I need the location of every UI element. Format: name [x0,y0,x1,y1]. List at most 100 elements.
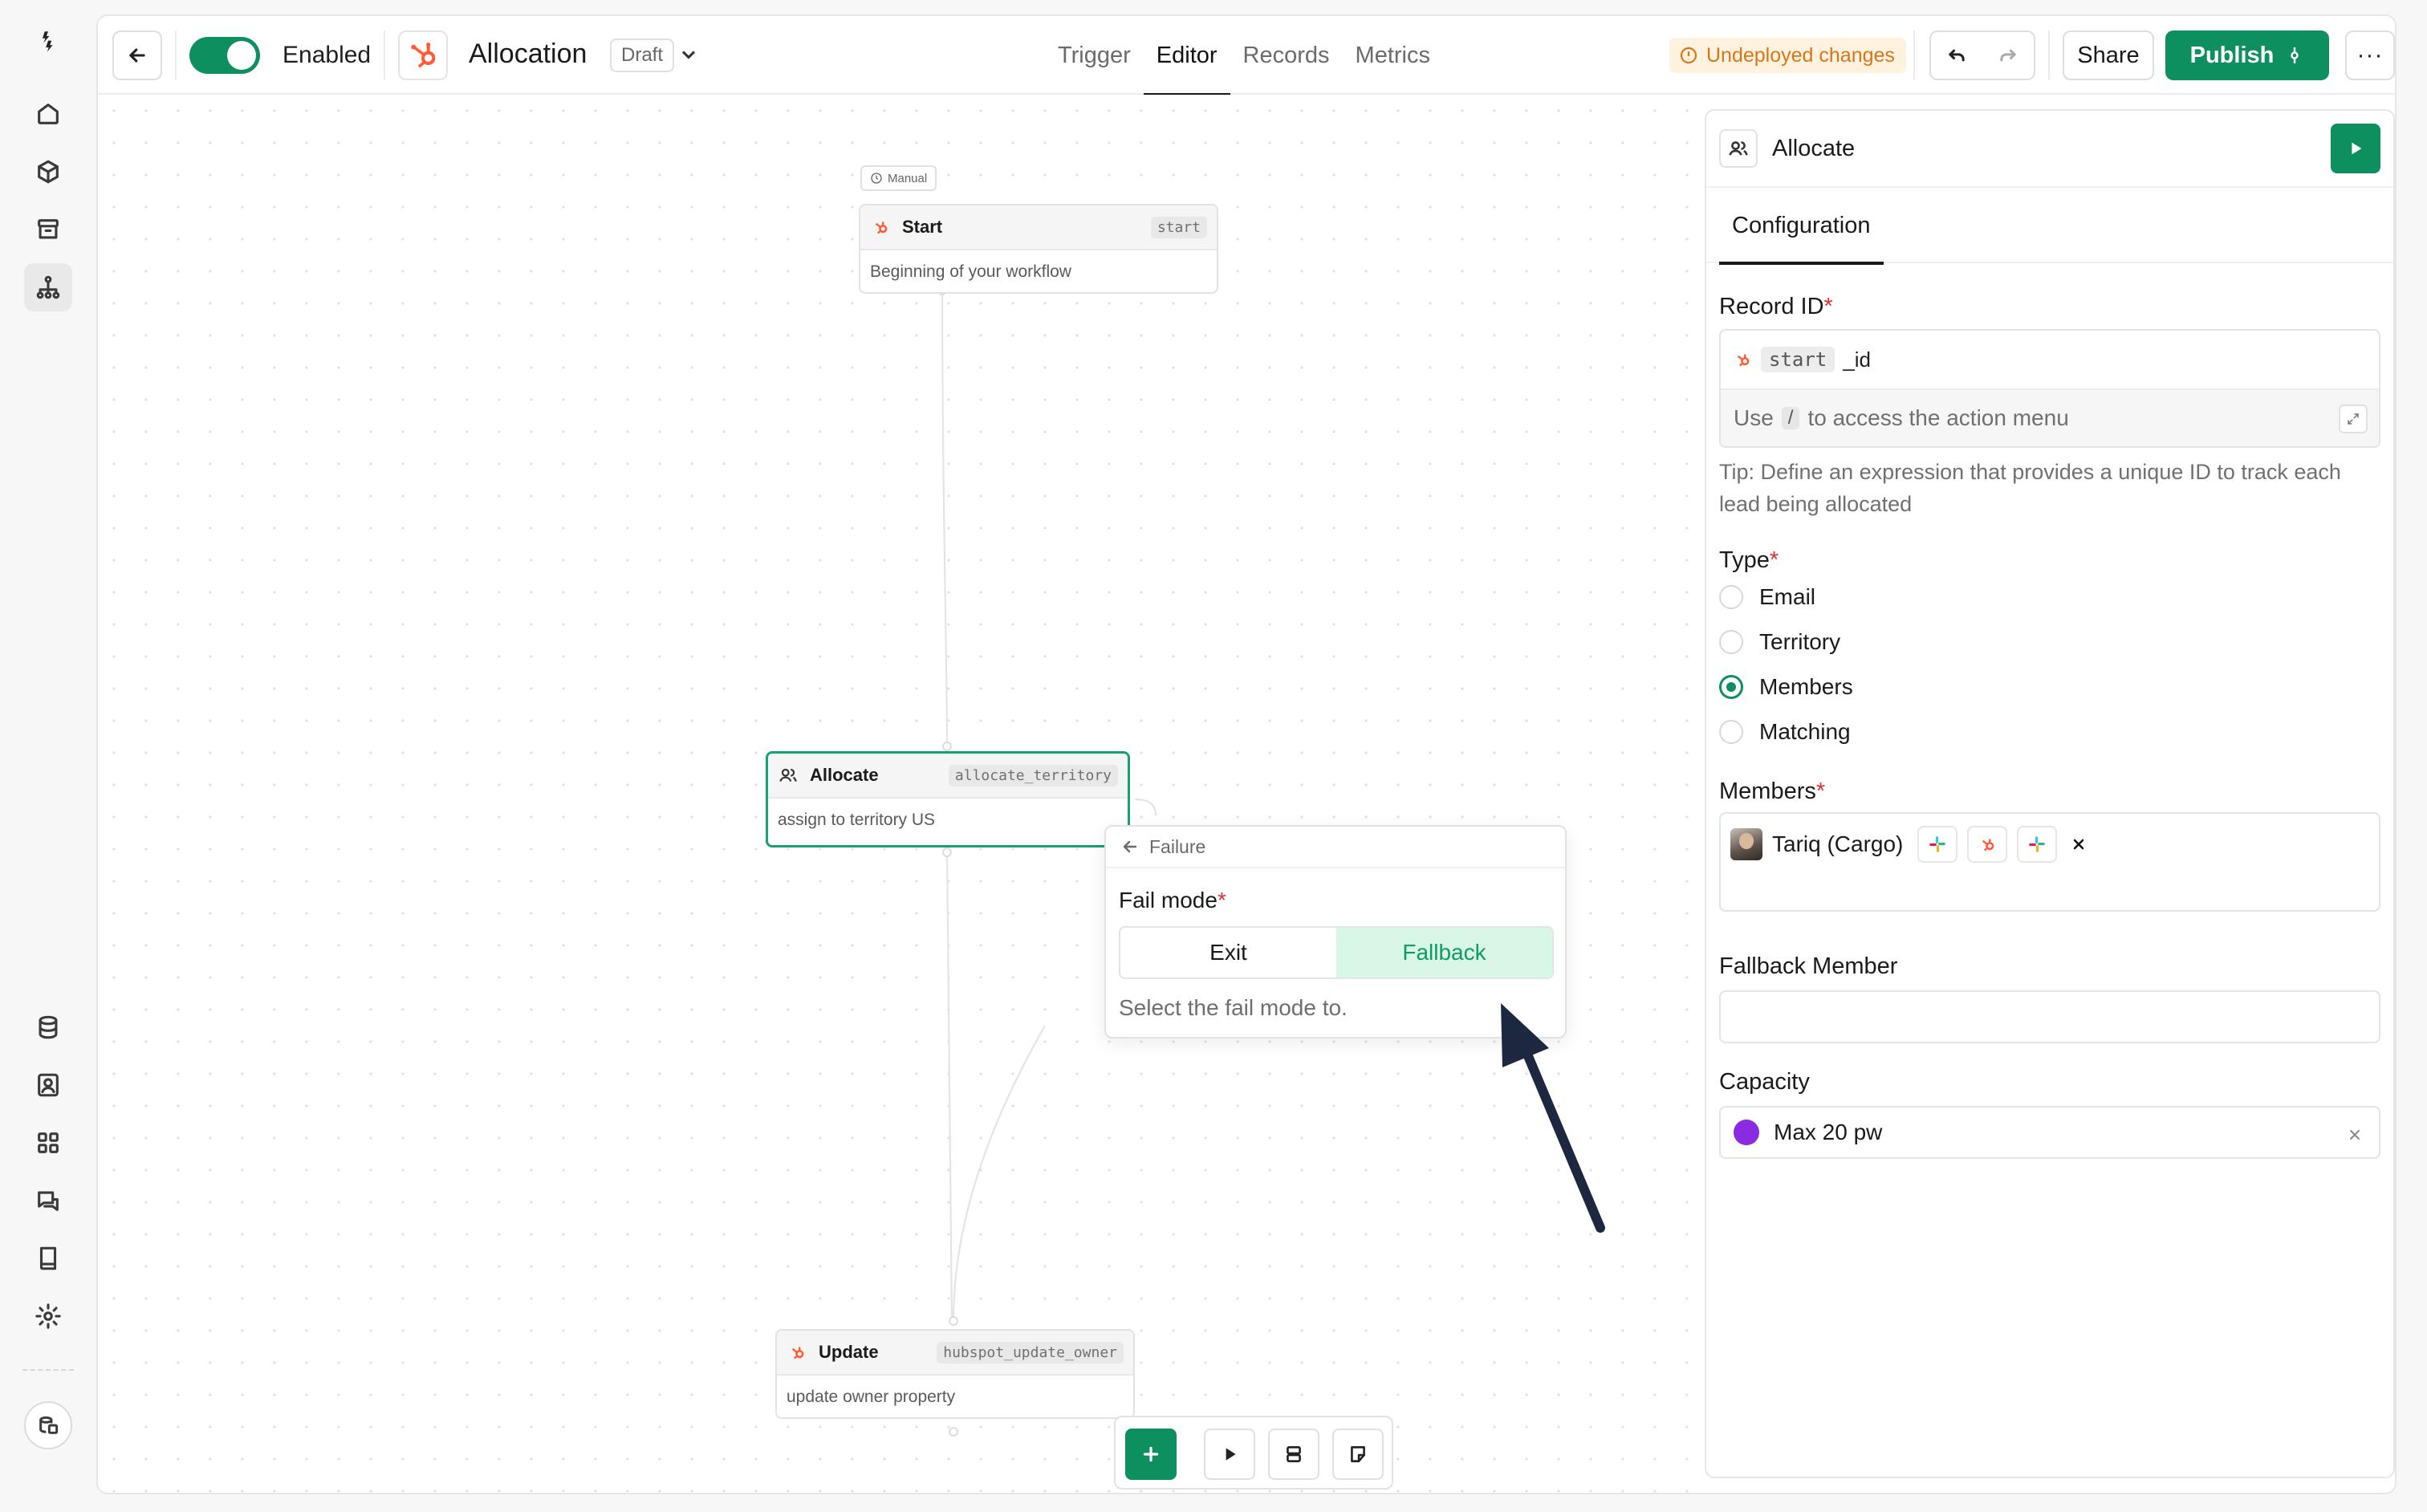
capacity-select[interactable]: Max 20 pw [1719,1106,2380,1159]
share-button[interactable]: Share [2063,30,2154,80]
node-header: Update hubspot_update_owner [777,1331,1133,1376]
type-option-members[interactable]: Members [1719,674,1853,700]
record-id-input[interactable]: start _id Use / to access the action men… [1719,329,2380,448]
node-tag: start [1150,216,1207,238]
cube-icon[interactable] [24,148,72,196]
capacity-label: Capacity [1719,1069,1810,1095]
member-name: Tariq (Cargo) [1772,831,1904,856]
users-icon [1719,129,1758,168]
undo-icon [1949,49,1965,62]
workflow-title[interactable]: Allocation [469,39,587,70]
draft-badge: Draft [610,39,675,72]
node-header: Allocate allocate_territory [768,754,1128,799]
fail-mode-fallback-option[interactable]: Fallback [1336,928,1552,978]
chat-icon[interactable] [24,1177,72,1225]
workflow-canvas[interactable]: Manual Start start Beginning of your wor… [98,95,1703,1493]
add-node-button[interactable] [1125,1429,1177,1480]
action-menu-hint: Use / to access the action menu [1721,388,2379,446]
fail-mode-exit-option[interactable]: Exit [1120,928,1336,978]
tab-records[interactable]: Records [1230,16,1343,95]
avatar [1730,828,1762,860]
brand-logo-icon[interactable] [24,18,72,66]
node-allocate[interactable]: Allocate allocate_territory assign to te… [766,751,1130,847]
header-divider [1913,30,1915,80]
failure-label: Failure [1149,835,1206,857]
publish-label: Publish [2189,42,2275,68]
canvas-toolbar [1114,1416,1393,1490]
node-update[interactable]: Update hubspot_update_owner update owner… [775,1329,1135,1419]
type-option-territory[interactable]: Territory [1719,629,1840,655]
run-button[interactable] [1204,1429,1255,1480]
node-description: update owner property [787,1388,956,1406]
node-description: assign to territory US [778,811,936,829]
tab-configuration[interactable]: Configuration [1719,188,1884,265]
members-input[interactable]: Tariq (Cargo) [1719,812,2380,912]
sticky-note-icon [1351,1446,1365,1462]
slash-key: / [1781,407,1800,429]
record-id-label: Record ID* [1719,294,1833,319]
redo-button[interactable] [1982,32,2034,79]
workflow-tabs: Trigger Editor Records Metrics [1045,16,1443,96]
node-header: Start start [860,205,1217,250]
node-tag: allocate_territory [948,764,1118,786]
clock-icon [871,173,882,184]
chevron-down-icon [681,51,696,59]
database-icon[interactable] [24,1003,72,1051]
type-option-email[interactable]: Email [1719,584,1815,610]
node-title: Allocate [810,765,879,785]
back-button[interactable] [112,30,162,80]
plus-icon [1143,1446,1159,1462]
radio-button-selected[interactable] [1719,675,1743,699]
book-icon[interactable] [24,1234,72,1282]
workspace-avatar-icon[interactable] [24,1401,72,1449]
archive-icon[interactable] [24,205,72,254]
header-divider [175,30,177,80]
slack-icon[interactable] [2017,826,2058,863]
type-label: Type* [1719,547,1779,573]
trigger-badge-label: Manual [888,171,928,185]
fail-mode-segmented-control: Exit Fallback [1119,926,1554,979]
run-step-button[interactable] [2331,124,2380,173]
workflow-icon[interactable] [24,263,72,311]
more-options-button[interactable]: ··· [2345,30,2395,80]
tab-trigger[interactable]: Trigger [1045,16,1144,95]
node-tag: hubspot_update_owner [937,1341,1124,1364]
undeployed-changes-badge[interactable]: Undeployed changes [1669,38,1906,73]
node-start[interactable]: Start start Beginning of your workflow [859,204,1218,294]
play-icon [1226,1448,1236,1461]
apps-grid-icon[interactable] [24,1119,72,1167]
undo-button[interactable] [1931,32,1982,79]
tab-editor[interactable]: Editor [1143,16,1230,96]
version-dropdown[interactable] [677,43,700,66]
enabled-label: Enabled [283,42,372,68]
hubspot-logo-icon [398,30,448,80]
home-icon[interactable] [24,90,72,138]
hubspot-icon [791,1347,804,1360]
expression-suffix: _id [1843,347,1871,372]
fail-mode-help: Select the fail mode to. [1119,995,1348,1020]
node-description: Beginning of your workflow [870,262,1071,281]
fallback-member-input[interactable] [1719,990,2380,1043]
hubspot-icon [1737,354,1750,367]
note-button[interactable] [1332,1429,1384,1480]
failure-back-button[interactable]: Failure [1106,827,1565,868]
header-divider [2048,30,2050,80]
capacity-value: Max 20 pw [1774,1120,1883,1144]
contacts-icon[interactable] [24,1061,72,1109]
layout-button[interactable] [1268,1429,1319,1480]
publish-button[interactable]: Publish [2165,30,2329,80]
hubspot-icon[interactable] [1967,826,2008,863]
tab-metrics[interactable]: Metrics [1343,16,1443,95]
settings-gear-icon[interactable] [24,1292,72,1340]
record-id-expression[interactable]: start _id [1721,331,2379,388]
type-option-matching[interactable]: Matching [1719,719,1851,745]
slack-icon[interactable] [1917,826,1958,863]
radio-button[interactable] [1719,585,1743,609]
expand-icon[interactable] [2339,404,2368,433]
undo-redo-group [1929,30,2035,80]
radio-button[interactable] [1719,720,1743,744]
radio-button[interactable] [1719,630,1743,654]
remove-member-close-icon[interactable] [2067,832,2091,856]
enabled-toggle[interactable] [189,37,260,74]
clear-close-icon[interactable] [2347,1123,2366,1142]
